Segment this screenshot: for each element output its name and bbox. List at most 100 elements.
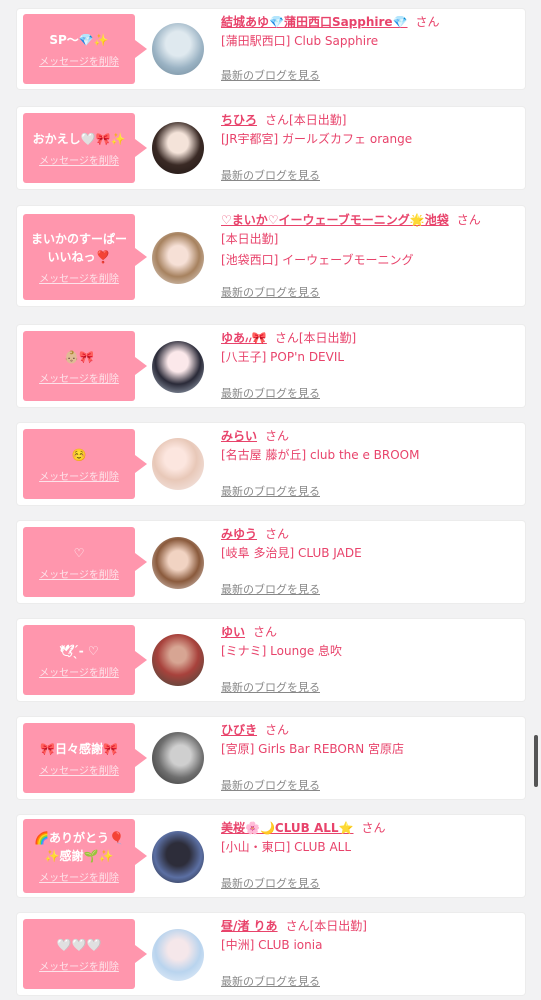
status-badge: [本日出勤] bbox=[309, 919, 367, 933]
cast-name-link[interactable]: みゆう bbox=[221, 527, 257, 541]
profile-info: ゆい さん [ミナミ] Lounge 息吹 bbox=[221, 624, 519, 662]
latest-blog-link[interactable]: 最新のブログを見る bbox=[221, 385, 320, 401]
message-text: 🎀日々感謝🎀 bbox=[40, 741, 118, 756]
avatar[interactable] bbox=[152, 634, 204, 686]
honorific: さん bbox=[361, 821, 386, 835]
latest-blog-link[interactable]: 最新のブログを見る bbox=[221, 284, 320, 300]
cast-name-link[interactable]: 結城あゆ💎蒲田西口Sapphire💎 bbox=[221, 15, 408, 29]
delete-message-link[interactable]: メッセージを削除 bbox=[39, 958, 119, 973]
profile-info: みゆう さん [岐阜 多治見] CLUB JADE bbox=[221, 526, 519, 564]
honorific: さん bbox=[265, 429, 290, 443]
message-bubble: 🎀日々感謝🎀 メッセージを削除 bbox=[23, 723, 147, 793]
honorific: さん bbox=[285, 919, 310, 933]
message-text: まいかのすーぱー いいねっ❣️ bbox=[30, 231, 127, 264]
message-bubble: ☺️ メッセージを削除 bbox=[23, 429, 147, 499]
avatar[interactable] bbox=[152, 122, 204, 174]
latest-blog-link[interactable]: 最新のブログを見る bbox=[221, 777, 320, 793]
shop-info: [岐阜 多治見] CLUB JADE bbox=[221, 546, 362, 560]
honorific: さん bbox=[456, 213, 481, 227]
profile-info: みらい さん [名古屋 藤が丘] club the e BROOM bbox=[221, 428, 519, 466]
cast-name-link[interactable]: ちひろ bbox=[221, 113, 257, 127]
message-bubble: 🤍🤍🤍 メッセージを削除 bbox=[23, 919, 147, 989]
delete-message-link[interactable]: メッセージを削除 bbox=[39, 53, 119, 68]
honorific: さん bbox=[265, 527, 290, 541]
message-bubble: ♡ メッセージを削除 bbox=[23, 527, 147, 597]
latest-blog-link[interactable]: 最新のブログを見る bbox=[221, 973, 320, 989]
avatar[interactable] bbox=[152, 341, 204, 393]
shop-info: [池袋西口] イーウェーブモーニング bbox=[221, 253, 414, 267]
cast-name-link[interactable]: ♡まいか♡イーウェーブモーニング🌟池袋 bbox=[221, 213, 449, 227]
cast-name-link[interactable]: 美桜🌸🌙CLUB ALL⭐ bbox=[221, 821, 354, 835]
shop-info: [本日出勤] bbox=[221, 232, 279, 246]
message-text: 👶🏼🎀 bbox=[64, 349, 94, 364]
list-item: 🌈ありがとう🎈 ✨感謝🌱✨ メッセージを削除 美桜🌸🌙CLUB ALL⭐ さん [… bbox=[17, 815, 525, 897]
message-text: 🌈ありがとう🎈 ✨感謝🌱✨ bbox=[34, 830, 124, 863]
shop-info: [ミナミ] Lounge 息吹 bbox=[221, 644, 343, 658]
avatar[interactable] bbox=[152, 929, 204, 981]
delete-message-link[interactable]: メッセージを削除 bbox=[39, 152, 119, 167]
honorific: さん bbox=[415, 15, 440, 29]
profile-info: ちひろ さん[本日出勤] [JR宇都宮] ガールズカフェ orange bbox=[221, 112, 519, 150]
list-item: 🕊 ̖́-‬ ♡ メッセージを削除 ゆい さん [ミナミ] Lounge 息吹 最… bbox=[17, 619, 525, 701]
profile-info: ♡まいか♡イーウェーブモーニング🌟池袋 さん [本日出勤] [池袋西口] イーウェー… bbox=[221, 212, 519, 271]
list-item: 🤍🤍🤍 メッセージを削除 昼/渚 りあ さん[本日出勤] [中洲] CLUB io… bbox=[17, 913, 525, 995]
message-bubble: SP〜💎✨ メッセージを削除 bbox=[23, 14, 147, 84]
delete-message-link[interactable]: メッセージを削除 bbox=[39, 270, 119, 285]
list-item: SP〜💎✨ メッセージを削除 結城あゆ💎蒲田西口Sapphire💎 さん [蒲田駅… bbox=[17, 9, 525, 89]
profile-info: ゆあ៸៸🎀 さん[本日出勤] [八王子] POP'n DEVIL bbox=[221, 330, 519, 368]
message-bubble: 🌈ありがとう🎈 ✨感謝🌱✨ メッセージを削除 bbox=[23, 819, 147, 893]
latest-blog-link[interactable]: 最新のブログを見る bbox=[221, 679, 320, 695]
latest-blog-link[interactable]: 最新のブログを見る bbox=[221, 67, 320, 83]
cast-name-link[interactable]: ひびき bbox=[221, 723, 257, 737]
shop-info: [八王子] POP'n DEVIL bbox=[221, 350, 345, 364]
cast-name-link[interactable]: 昼/渚 りあ bbox=[221, 919, 278, 933]
message-bubble: おかえし🤍🎀✨ メッセージを削除 bbox=[23, 113, 147, 183]
message-text: ☺️ bbox=[71, 447, 87, 462]
shop-info: [蒲田駅西口] Club Sapphire bbox=[221, 34, 379, 48]
profile-info: ひびき さん [宮原] Girls Bar REBORN 宮原店 bbox=[221, 722, 519, 760]
status-badge: [本日出勤] bbox=[298, 331, 357, 345]
message-text: 🤍🤍🤍 bbox=[56, 937, 102, 952]
shop-info: [JR宇都宮] ガールズカフェ orange bbox=[221, 132, 413, 146]
latest-blog-link[interactable]: 最新のブログを見る bbox=[221, 483, 320, 499]
shop-info: [名古屋 藤が丘] club the e BROOM bbox=[221, 448, 420, 462]
message-text: 🕊 ̖́-‬ ♡ bbox=[59, 643, 99, 658]
shop-info: [小山・東口] CLUB ALL bbox=[221, 840, 352, 854]
cast-name-link[interactable]: みらい bbox=[221, 429, 257, 443]
profile-info: 昼/渚 りあ さん[本日出勤] [中洲] CLUB ionia bbox=[221, 918, 519, 956]
cast-name-link[interactable]: ゆい bbox=[221, 625, 245, 639]
profile-info: 美桜🌸🌙CLUB ALL⭐ さん [小山・東口] CLUB ALL bbox=[221, 820, 519, 858]
delete-message-link[interactable]: メッセージを削除 bbox=[39, 762, 119, 777]
list-item: ☺️ メッセージを削除 みらい さん [名古屋 藤が丘] club the e B… bbox=[17, 423, 525, 505]
shop-info: [宮原] Girls Bar REBORN 宮原店 bbox=[221, 742, 404, 756]
avatar[interactable] bbox=[152, 537, 204, 589]
message-text: SP〜💎✨ bbox=[49, 32, 109, 47]
avatar[interactable] bbox=[152, 438, 204, 490]
list-item: 🎀日々感謝🎀 メッセージを削除 ひびき さん [宮原] Girls Bar REB… bbox=[17, 717, 525, 799]
avatar[interactable] bbox=[152, 23, 204, 75]
list-item: おかえし🤍🎀✨ メッセージを削除 ちひろ さん[本日出勤] [JR宇都宮] ガール… bbox=[17, 107, 525, 189]
honorific: さん bbox=[265, 723, 290, 737]
message-bubble: 👶🏼🎀 メッセージを削除 bbox=[23, 331, 147, 401]
scrollbar[interactable] bbox=[534, 735, 538, 787]
delete-message-link[interactable]: メッセージを削除 bbox=[39, 468, 119, 483]
delete-message-link[interactable]: メッセージを削除 bbox=[39, 869, 119, 884]
delete-message-link[interactable]: メッセージを削除 bbox=[39, 370, 119, 385]
message-text: おかえし🤍🎀✨ bbox=[32, 131, 126, 146]
avatar[interactable] bbox=[152, 732, 204, 784]
honorific: さん bbox=[253, 625, 278, 639]
message-text: ♡ bbox=[73, 545, 85, 560]
latest-blog-link[interactable]: 最新のブログを見る bbox=[221, 167, 320, 183]
message-bubble: まいかのすーぱー いいねっ❣️ メッセージを削除 bbox=[23, 214, 147, 300]
avatar[interactable] bbox=[152, 232, 204, 284]
delete-message-link[interactable]: メッセージを削除 bbox=[39, 566, 119, 581]
status-badge: [本日出勤] bbox=[289, 113, 347, 127]
avatar[interactable] bbox=[152, 831, 204, 883]
delete-message-link[interactable]: メッセージを削除 bbox=[39, 664, 119, 679]
cast-name-link[interactable]: ゆあ៸៸🎀 bbox=[221, 331, 267, 345]
list-item: ♡ メッセージを削除 みゆう さん [岐阜 多治見] CLUB JADE 最新のブ… bbox=[17, 521, 525, 603]
latest-blog-link[interactable]: 最新のブログを見る bbox=[221, 875, 320, 891]
honorific: さん bbox=[265, 113, 290, 127]
honorific: さん bbox=[274, 331, 299, 345]
latest-blog-link[interactable]: 最新のブログを見る bbox=[221, 581, 320, 597]
